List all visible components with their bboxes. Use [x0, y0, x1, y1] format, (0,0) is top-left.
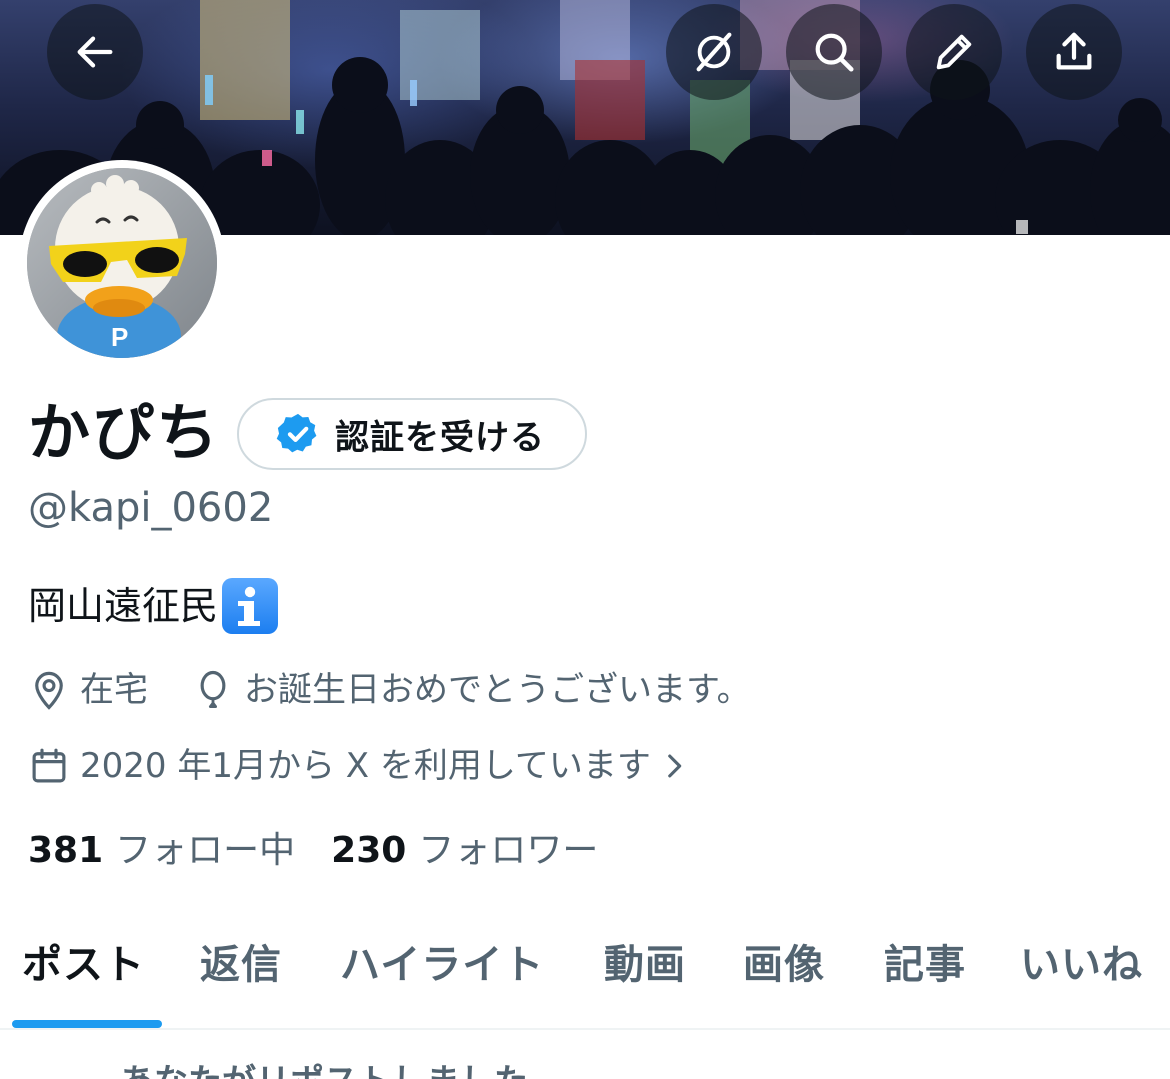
follow-stats: 381 フォロー中 230 フォロワー: [28, 826, 598, 876]
balloon-icon: [200, 670, 226, 709]
following-link[interactable]: 381 フォロー中: [28, 826, 295, 876]
profile-birthday: お誕生日おめでとうございます。: [244, 670, 751, 710]
profile-tabs: ポスト 返信 ハイライト 動画 画像 記事 いいね: [0, 930, 1170, 1030]
bio-text: 岡山遠征民: [28, 584, 219, 628]
profile-location: 在宅: [80, 670, 148, 710]
information-icon: [238, 586, 261, 626]
calendar-icon: [32, 748, 66, 783]
information-emoji: [222, 578, 279, 634]
avatar-duck-figure-image: P: [27, 168, 217, 358]
profile-handle: @kapi_0602: [28, 485, 274, 531]
profile-joined-date: 2020 年1月から X を利用しています: [80, 746, 651, 786]
tab-likes[interactable]: いいね: [1020, 930, 1143, 1000]
active-tab-indicator: [12, 1020, 162, 1028]
grok-button[interactable]: [666, 4, 762, 100]
tab-articles[interactable]: 記事: [884, 930, 966, 1000]
followers-label: フォロワー: [418, 830, 599, 871]
profile-bio: 岡山遠征民: [28, 578, 279, 634]
grok-icon: [696, 32, 732, 72]
verified-badge-icon: [276, 413, 317, 453]
tab-highlights[interactable]: ハイライト: [340, 930, 544, 1000]
tab-videos[interactable]: 動画: [604, 930, 686, 1000]
followers-count: 230: [331, 830, 407, 871]
followers-link[interactable]: 230 フォロワー: [331, 826, 598, 876]
chevron-right-icon: [668, 754, 682, 778]
share-button[interactable]: [1026, 4, 1122, 100]
location-pin-icon: [35, 671, 63, 710]
get-verified-label: 認証を受ける: [335, 417, 545, 458]
profile-meta-row: 在宅 お誕生日おめでとうございます。: [28, 666, 751, 714]
edit-profile-button[interactable]: [906, 4, 1002, 100]
search-button[interactable]: [786, 4, 882, 100]
following-label: フォロー中: [115, 830, 296, 871]
tab-replies[interactable]: 返信: [200, 930, 282, 1000]
profile-avatar[interactable]: P: [19, 160, 225, 366]
following-count: 381: [28, 830, 104, 871]
tab-posts[interactable]: ポスト: [22, 930, 145, 1000]
search-icon: [815, 33, 854, 72]
back-button[interactable]: [47, 4, 143, 100]
get-verified-button[interactable]: 認証を受ける: [237, 398, 587, 470]
joined-date-link[interactable]: 2020 年1月から X を利用しています: [28, 742, 691, 790]
tab-images[interactable]: 画像: [743, 930, 825, 1000]
svg-text:P: P: [111, 322, 128, 352]
display-name: かぴち: [28, 396, 221, 469]
edit-icon: [936, 34, 972, 70]
arrow-left-icon: [77, 36, 113, 68]
share-icon: [1056, 32, 1092, 70]
repost-context: あなたがリポストしました: [120, 1062, 528, 1079]
